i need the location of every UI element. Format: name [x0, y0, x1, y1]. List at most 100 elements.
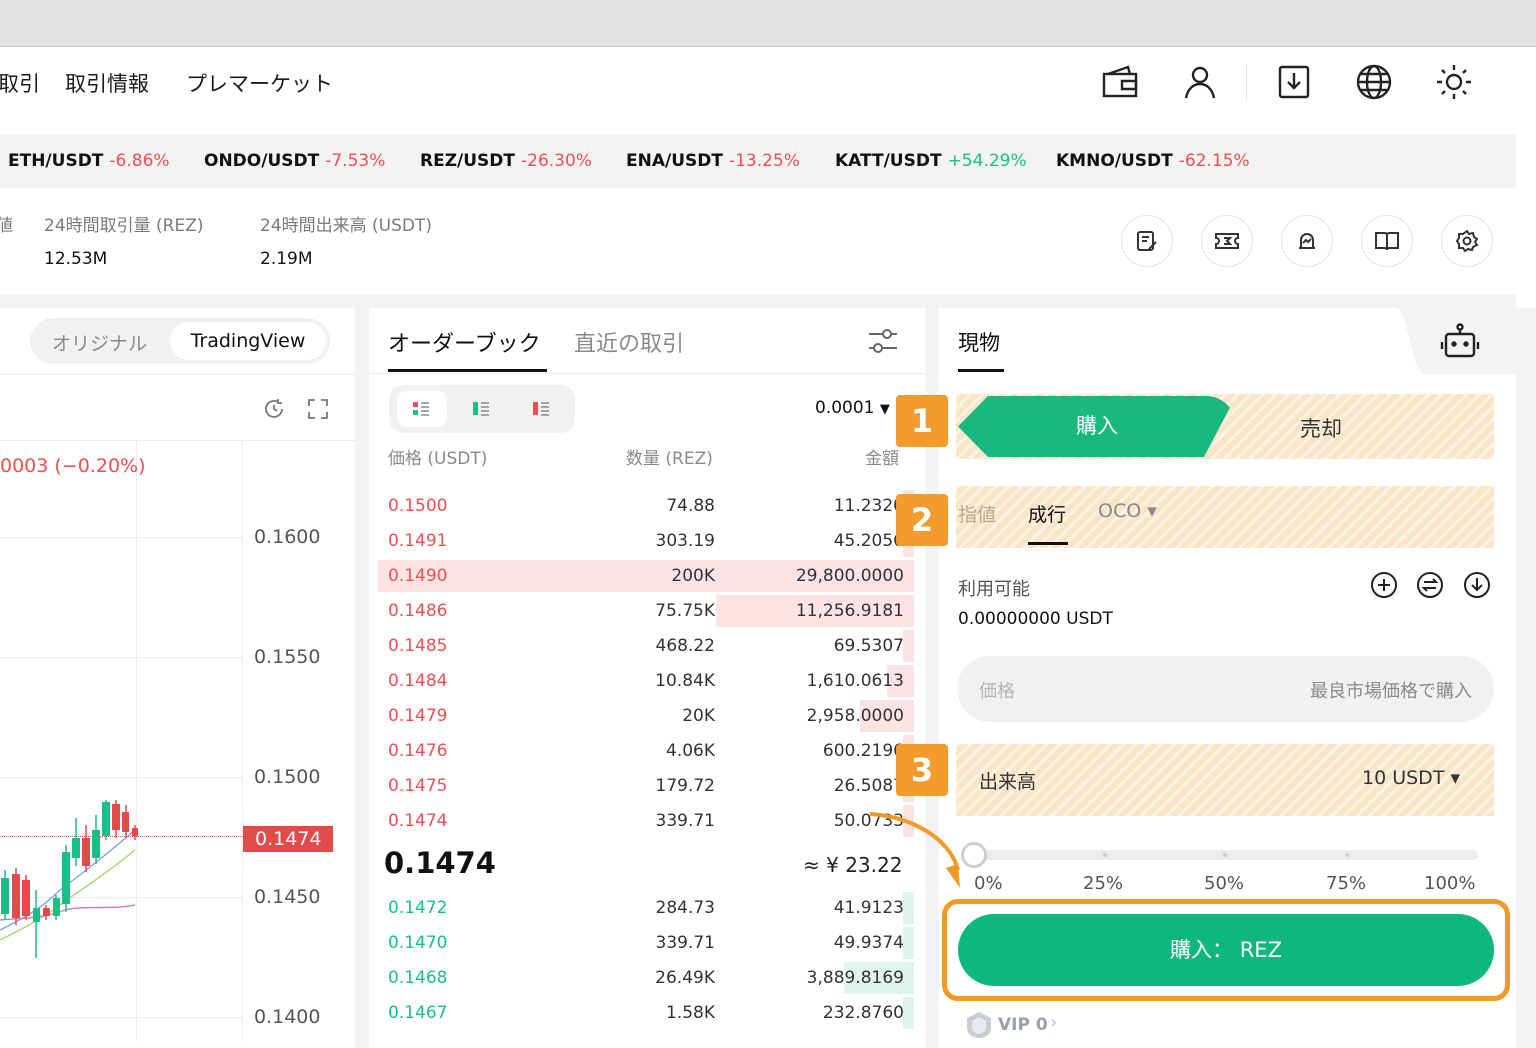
fullscreen-icon[interactable] [306, 397, 330, 426]
chart-view-toggle: オリジナル TradingView [30, 318, 330, 364]
chart-gridline [0, 537, 242, 538]
nav-item-trade-info[interactable]: 取引情報 [65, 68, 149, 98]
order-price: 0.1490 [388, 566, 448, 586]
ask-row[interactable]: 0.1484 10.84K 1,610.0613 [378, 664, 914, 698]
ask-row[interactable]: 0.1486 75.75K 11,256.9181 [378, 594, 914, 628]
order-type-limit[interactable]: 指値 [958, 500, 996, 527]
vip-level[interactable]: VIP 0 › [964, 1010, 1069, 1040]
order-qty: 10.84K [655, 671, 715, 691]
ask-row[interactable]: 0.1500 74.88 11.2320 [378, 489, 914, 523]
ticker-change: -7.53% [325, 151, 386, 171]
globe-icon[interactable] [1352, 60, 1396, 104]
ask-row[interactable]: 0.1475 179.72 26.5087 [378, 769, 914, 803]
y-axis-tick: 0.1450 [254, 886, 321, 908]
precision-select[interactable]: 0.0001 ▼ [815, 398, 890, 418]
view-asks-icon[interactable] [531, 399, 551, 419]
ticker-change: -62.15% [1178, 151, 1250, 171]
section-gap [0, 294, 1516, 308]
order-total: 2,958.0000 [806, 706, 904, 726]
order-qty: 303.19 [655, 531, 715, 551]
window-titlebar [0, 0, 1536, 46]
ticker-item[interactable]: REZ/USDT -26.30% [420, 151, 592, 171]
alert-button[interactable] [1281, 215, 1333, 267]
order-qty: 179.72 [655, 776, 715, 796]
slider-step-dot [1223, 853, 1227, 857]
slider-tick: 0% [974, 873, 1003, 894]
order-price: 0.1476 [388, 741, 448, 761]
ask-row[interactable]: 0.1491 303.19 45.2056 [378, 524, 914, 558]
ticker-item[interactable]: KATT/USDT +54.29% [835, 151, 1027, 171]
order-total: 600.2196 [822, 741, 904, 761]
buy-submit-button[interactable]: 購入： REZ [958, 914, 1494, 986]
ask-row[interactable]: 0.1485 468.22 69.5307 [378, 629, 914, 663]
tab-spot[interactable]: 現物 [958, 327, 1000, 357]
ticker-pair: ETH/USDT [8, 151, 104, 171]
ask-row[interactable]: 0.1479 20K 2,958.0000 [378, 699, 914, 733]
bid-row[interactable]: 0.1472 284.73 41.9123 [378, 891, 914, 925]
stat-value-volume-usdt: 2.19M [260, 249, 313, 269]
filter-settings-icon[interactable] [866, 326, 900, 361]
ticker-item[interactable]: ENA/USDT -13.25% [626, 151, 800, 171]
bid-row[interactable]: 0.1467 1.58K 232.8760 [378, 996, 914, 1030]
trading-bot-icon[interactable] [1440, 322, 1480, 367]
active-tab-underline [958, 369, 1004, 372]
notes-icon [1137, 231, 1157, 251]
ask-row[interactable]: 0.1490 200K 29,800.0000 [378, 559, 914, 593]
order-type-market[interactable]: 成行 [1028, 500, 1066, 527]
slider-tick: 100% [1424, 873, 1476, 894]
ticker-item[interactable]: ONDO/USDT -7.53% [204, 151, 385, 171]
available-value: 0.00000000 USDT [958, 609, 1113, 629]
ask-row[interactable]: 0.1476 4.06K 600.2196 [378, 734, 914, 768]
chart-gridline [242, 441, 243, 1041]
order-total: 3,889.8169 [806, 968, 904, 988]
order-price: 0.1486 [388, 601, 448, 621]
nav-item-trade[interactable]: 取引 [0, 68, 40, 98]
tab-curve [1395, 308, 1425, 374]
notes-button[interactable] [1121, 215, 1173, 267]
active-order-type-underline [1028, 542, 1068, 545]
price-input[interactable]: 価格 最良市場価格で購入 [957, 656, 1494, 722]
price-placeholder: 価格 [979, 681, 1015, 702]
user-icon[interactable] [1178, 60, 1222, 104]
order-price: 0.1467 [388, 1003, 448, 1023]
guide-button[interactable] [1361, 215, 1413, 267]
history-icon[interactable] [262, 397, 286, 426]
sell-tab[interactable]: 売却 [1300, 413, 1342, 443]
download-icon[interactable] [1272, 60, 1316, 104]
theme-sun-icon[interactable] [1432, 60, 1476, 104]
wallet-icon[interactable] [1098, 60, 1142, 104]
tab-orderbook[interactable]: オーダーブック [388, 326, 541, 358]
buy-tab[interactable]: 購入 [958, 396, 1236, 457]
transfer-icon[interactable] [1415, 570, 1445, 600]
chart-gridline [0, 777, 242, 778]
toggle-original[interactable]: オリジナル [52, 329, 147, 356]
ask-row[interactable]: 0.1474 339.71 50.0733 [378, 804, 914, 838]
order-type-oco[interactable]: OCO ▾ [1098, 500, 1157, 522]
tab-recent-trades[interactable]: 直近の取引 [574, 326, 684, 358]
download-circle-icon[interactable] [1462, 570, 1492, 600]
candlestick-chart [0, 800, 138, 958]
deposit-add-icon[interactable] [1369, 570, 1399, 600]
order-total: 26.5087 [833, 776, 904, 796]
volume-value[interactable]: 10 USDT ▾ [1362, 767, 1460, 789]
chart-gridline [0, 657, 242, 658]
ticker-item[interactable]: KMNO/USDT -62.15% [1056, 151, 1250, 171]
slider-handle[interactable] [961, 842, 987, 868]
ticker-change: -26.30% [521, 151, 592, 171]
order-total: 45.2056 [833, 531, 904, 551]
slider-step-dot [1345, 853, 1349, 857]
bid-row[interactable]: 0.1468 26.49K 3,889.8169 [378, 961, 914, 995]
step-badge-1: 1 [896, 395, 948, 447]
order-qty: 468.22 [655, 636, 715, 656]
coupon-button[interactable] [1201, 215, 1253, 267]
order-qty: 74.88 [666, 496, 715, 516]
nav-item-premarket[interactable]: プレマーケット [186, 68, 333, 98]
settings-button[interactable] [1441, 215, 1493, 267]
ticker-item[interactable]: ETH/USDT -6.86% [8, 151, 170, 171]
view-bids-icon[interactable] [471, 399, 491, 419]
order-total: 29,800.0000 [795, 566, 904, 586]
ticker-pair: ENA/USDT [626, 151, 723, 171]
order-qty: 26.49K [655, 968, 715, 988]
bid-row[interactable]: 0.1470 339.71 49.9374 [378, 926, 914, 960]
toggle-tradingview[interactable]: TradingView [170, 322, 326, 360]
